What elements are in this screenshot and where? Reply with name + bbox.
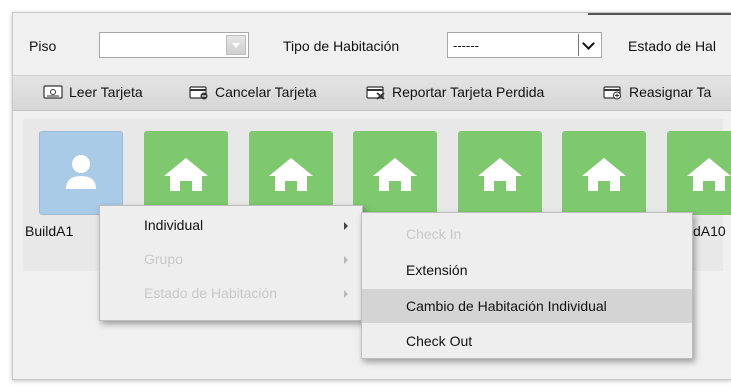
cancel-card-label: Cancelar Tarjeta — [215, 84, 317, 100]
cancel-card-icon — [189, 85, 209, 100]
menu-item-label: Check In — [406, 226, 462, 242]
room-state-label: Estado de Hal — [628, 38, 716, 54]
room-tile[interactable] — [144, 131, 228, 215]
menu-item-label: Grupo — [144, 251, 183, 267]
room-context-menu: Individual Grupo Estado de Habitación — [99, 205, 363, 321]
home-icon — [478, 158, 522, 191]
read-card-button[interactable]: Leer Tarjeta — [43, 84, 143, 100]
room-tile[interactable] — [562, 131, 646, 215]
menu-item-extension[interactable]: Extensión — [362, 253, 692, 287]
room-label-first: BuildA1 — [25, 223, 74, 239]
room-management-window: Piso Tipo de Habitación ------ Estado de… — [12, 12, 731, 380]
menu-item-individual[interactable]: Individual — [100, 208, 362, 242]
home-icon — [582, 158, 626, 191]
menu-item-label: Extensión — [406, 262, 468, 278]
floor-label: Piso — [29, 38, 57, 54]
menu-item-label: Estado de Habitación — [144, 285, 278, 301]
individual-submenu: Check In Extensión Cambio de Habitación … — [361, 212, 693, 359]
reassign-card-icon — [603, 85, 623, 100]
room-tile-selected[interactable] — [39, 131, 123, 215]
room-tile[interactable] — [249, 131, 333, 215]
menu-item-check-out[interactable]: Check Out — [362, 324, 692, 358]
chevron-right-icon — [344, 256, 348, 264]
menu-item-room-state[interactable]: Estado de Habitación — [100, 276, 362, 310]
room-tile[interactable] — [667, 131, 731, 215]
menu-item-label: Individual — [144, 217, 204, 233]
menu-item-label: Cambio de Habitación Individual — [406, 298, 607, 314]
menu-item-individual-room-change[interactable]: Cambio de Habitación Individual — [362, 289, 692, 323]
read-card-label: Leer Tarjeta — [69, 84, 143, 100]
home-icon — [373, 158, 417, 191]
reassign-card-button[interactable]: Reasignar Ta — [603, 84, 711, 100]
report-lost-card-button[interactable]: Reportar Tarjeta Perdida — [366, 84, 544, 100]
room-type-select[interactable]: ------ — [447, 32, 602, 58]
room-type-select-value: ------ — [453, 38, 479, 53]
menu-item-group[interactable]: Grupo — [100, 242, 362, 276]
chevron-down-icon[interactable] — [578, 34, 600, 56]
room-tile[interactable] — [458, 131, 542, 215]
card-reader-icon — [43, 84, 63, 100]
lost-card-icon — [366, 85, 386, 100]
chevron-down-icon[interactable] — [226, 35, 246, 55]
cancel-card-button[interactable]: Cancelar Tarjeta — [189, 84, 317, 100]
menu-item-check-in[interactable]: Check In — [362, 217, 692, 251]
home-icon — [164, 158, 208, 191]
floor-select[interactable] — [99, 32, 249, 58]
card-toolbar: Leer Tarjeta Cancelar Tarjeta Reportar T… — [13, 75, 731, 111]
room-type-label: Tipo de Habitación — [283, 38, 400, 54]
menu-item-label: Check Out — [406, 333, 473, 349]
report-lost-card-label: Reportar Tarjeta Perdida — [392, 84, 545, 100]
room-tile[interactable] — [353, 131, 437, 215]
user-icon — [66, 155, 96, 189]
filter-bar: Piso Tipo de Habitación ------ Estado de… — [13, 31, 731, 61]
reassign-card-label: Reasignar Ta — [629, 84, 712, 100]
home-icon — [269, 158, 313, 191]
room-label-last: dA10 — [693, 223, 726, 239]
window-top-edge — [588, 13, 731, 15]
home-icon — [687, 158, 731, 191]
chevron-right-icon — [344, 290, 348, 298]
chevron-right-icon — [344, 222, 348, 230]
